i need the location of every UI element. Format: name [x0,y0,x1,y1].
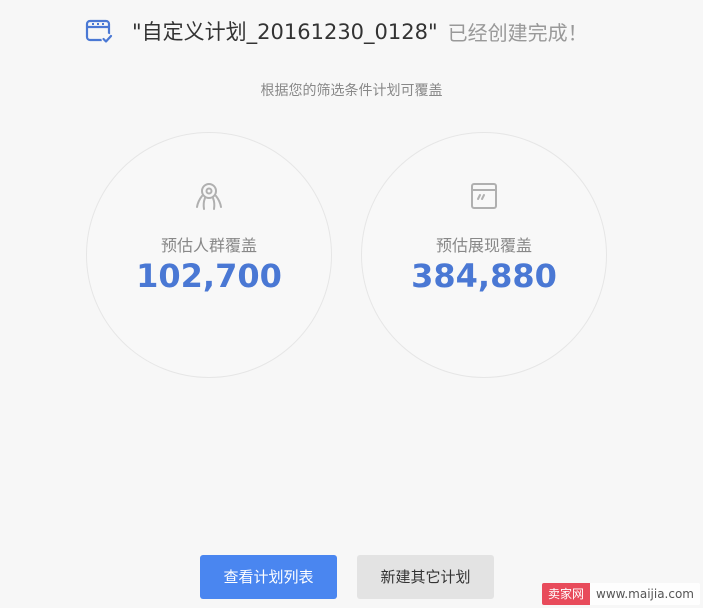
create-other-plan-button[interactable]: 新建其它计划 [357,555,494,599]
impression-window-icon [467,179,501,213]
site-watermark: 卖家网 www.maijia.com [541,583,700,605]
impression-coverage-label: 预估展现覆盖 [435,236,532,255]
audience-icon [192,179,226,213]
success-header: "自定义计划_20161230_0128" 已经创建完成！ [84,14,588,48]
impression-coverage-card: 预估展现覆盖 384,880 [361,132,607,378]
watermark-url: www.maijia.com [596,587,694,601]
calendar-check-icon [84,16,114,46]
created-status-text: 已经创建完成！ [447,20,588,45]
view-plan-list-button[interactable]: 查看计划列表 [200,555,337,599]
coverage-subtitle: 根据您的筛选条件计划可覆盖 [260,83,443,99]
impression-coverage-value: 384,880 [411,257,557,295]
audience-coverage-card: 预估人群覆盖 102,700 [86,132,332,378]
audience-coverage-value: 102,700 [136,257,282,295]
audience-coverage-label: 预估人群覆盖 [160,236,257,255]
watermark-brand: 卖家网 [541,583,590,605]
plan-name: "自定义计划_20161230_0128" [132,20,438,44]
